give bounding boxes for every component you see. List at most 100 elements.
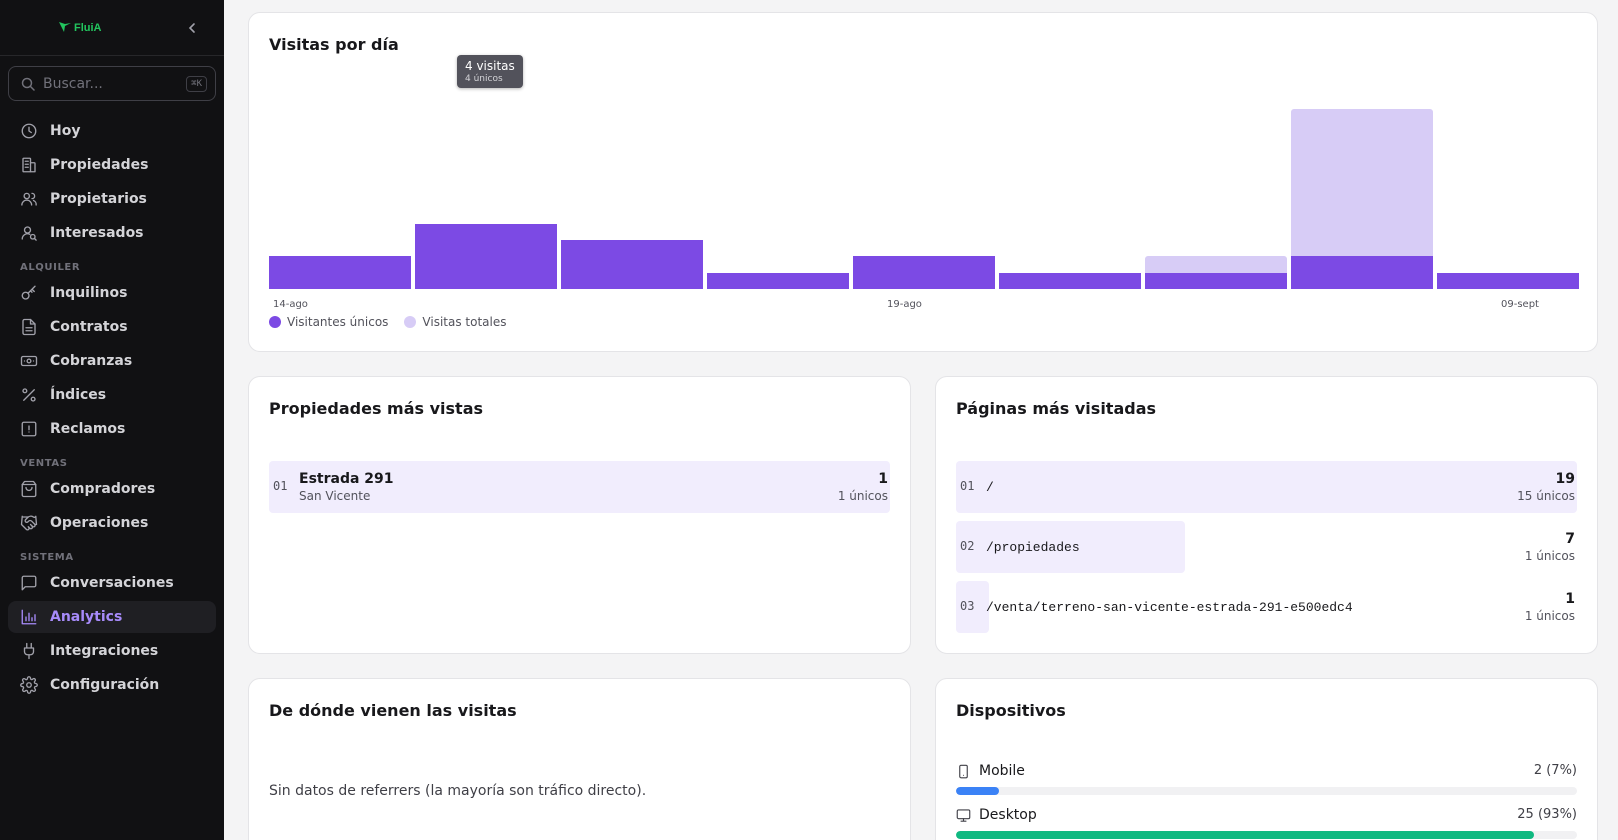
- sidebar-item-propietarios[interactable]: Propietarios: [8, 183, 216, 215]
- property-location: San Vicente: [299, 489, 371, 503]
- chart-tooltip: 4 visitas 4 únicos: [457, 55, 523, 88]
- page-path: /propiedades: [986, 540, 1080, 555]
- list-item[interactable]: 02 /propiedades 7 1 únicos: [956, 521, 1577, 573]
- bar-unique-visitors[interactable]: [999, 272, 1141, 289]
- empty-state-text: Sin datos de referrers (la mayoría son t…: [269, 783, 647, 799]
- page-path: /: [986, 480, 994, 495]
- legend-item-total[interactable]: Visitas totales: [404, 315, 507, 329]
- row-index: 03: [960, 599, 975, 613]
- sidebar-item-label: Hoy: [50, 123, 81, 139]
- sidebar-item-label: Propietarios: [50, 191, 147, 207]
- sidebar-item-compradores[interactable]: Compradores: [8, 473, 216, 505]
- device-value: 25 (93%): [1517, 807, 1577, 822]
- bar-unique-visitors[interactable]: [561, 240, 703, 289]
- x-tick-label: 14-ago: [273, 299, 308, 310]
- sidebar-item-label: Integraciones: [50, 643, 159, 659]
- property-name: Estrada 291: [299, 471, 394, 487]
- sidebar-item-label: Índices: [50, 387, 107, 403]
- list-item[interactable]: 03 /venta/terreno-san-vicente-estrada-29…: [956, 581, 1577, 633]
- device-label: Mobile: [956, 763, 1025, 779]
- row-uniques: 15 únicos: [1517, 489, 1575, 503]
- shopping-bag-icon: [21, 480, 37, 498]
- row-uniques: 1 únicos: [837, 489, 888, 503]
- list-item[interactable]: 01 Estrada 291 San Vicente 1 1 únicos: [269, 461, 890, 513]
- sidebar-item-contratos[interactable]: Contratos: [8, 311, 216, 343]
- top-properties-card: Propiedades más vistas 01 Estrada 291 Sa…: [248, 376, 911, 654]
- brand-logo[interactable]: FluiA: [58, 20, 102, 36]
- sidebar-item-propiedades[interactable]: Propiedades: [8, 149, 216, 181]
- section-label-ventas: VENTAS: [20, 457, 68, 469]
- sidebar-item-indices[interactable]: Índices: [8, 379, 216, 411]
- referrers-card: De dónde vienen las visitas Sin datos de…: [248, 678, 911, 840]
- sidebar-item-reclamos[interactable]: Reclamos: [8, 413, 216, 445]
- search-input[interactable]: [43, 75, 173, 92]
- device-progress-fill: [956, 787, 1000, 795]
- visits-per-day-card: Visitas por día 14-ago 19-ago 09-sept 4 …: [248, 12, 1598, 352]
- row-count: 19: [1555, 471, 1575, 487]
- sidebar: FluiA ⌘K Hoy Propiedades Propietarios Inter…: [0, 0, 224, 840]
- message-icon: [21, 575, 37, 591]
- list-item[interactable]: 01 / 19 15 únicos: [956, 461, 1577, 513]
- legend-label: Visitas totales: [422, 315, 507, 329]
- nav-sistema: Conversaciones Analytics Integraciones Conf…: [0, 567, 224, 701]
- device-name: Mobile: [979, 763, 1025, 779]
- legend-label: Visitantes únicos: [287, 315, 389, 329]
- device-label: Desktop: [956, 807, 1037, 823]
- card-title: De dónde vienen las visitas: [269, 701, 517, 720]
- smartphone-icon: [959, 764, 968, 778]
- search-icon: [21, 77, 35, 91]
- section-label-alquiler: ALQUILER: [20, 261, 81, 273]
- tooltip-uniques: 4 únicos: [465, 74, 503, 84]
- bar-unique-visitors[interactable]: [853, 256, 995, 289]
- row-share-bar: [956, 461, 1577, 513]
- devices-card: Dispositivos Mobile 2 (7%) Desktop 25 (9…: [935, 678, 1598, 840]
- row-share-bar: [269, 461, 890, 513]
- sidebar-item-conversaciones[interactable]: Conversaciones: [8, 567, 216, 599]
- handshake-icon: [20, 515, 38, 531]
- row-index: 01: [273, 479, 288, 493]
- row-count: 1: [878, 471, 888, 487]
- user-search-icon: [21, 226, 37, 241]
- sidebar-item-integraciones[interactable]: Integraciones: [8, 635, 216, 667]
- chevron-left-icon: [188, 22, 195, 33]
- sidebar-item-cobranzas[interactable]: Cobranzas: [8, 345, 216, 377]
- legend-swatch: [269, 316, 281, 328]
- sidebar-item-label: Analytics: [50, 609, 123, 625]
- card-title: Propiedades más vistas: [269, 399, 484, 418]
- bar-unique-visitors[interactable]: [1437, 272, 1579, 289]
- plug-icon: [23, 642, 35, 660]
- bar-unique-visitors[interactable]: [707, 272, 849, 289]
- sidebar-item-configuracion[interactable]: Configuración: [8, 669, 216, 701]
- search-shortcut: ⌘K: [186, 75, 207, 92]
- card-title: Dispositivos: [956, 701, 1066, 720]
- sidebar-item-label: Reclamos: [50, 421, 126, 437]
- alert-icon: [21, 421, 37, 437]
- sidebar-item-label: Conversaciones: [50, 575, 174, 591]
- sidebar-item-hoy[interactable]: Hoy: [8, 115, 216, 147]
- bar-unique-visitors[interactable]: [1291, 256, 1433, 289]
- sidebar-item-operaciones[interactable]: Operaciones: [8, 507, 216, 539]
- page-path: /venta/terreno-san-vicente-estrada-291-e…: [986, 600, 1353, 615]
- sidebar-header: FluiA: [0, 0, 224, 56]
- sidebar-item-inquilinos[interactable]: Inquilinos: [8, 277, 216, 309]
- search-box[interactable]: ⌘K: [8, 66, 216, 101]
- brand-name: FluiA: [74, 21, 102, 34]
- sidebar-item-analytics[interactable]: Analytics: [8, 601, 216, 633]
- sidebar-item-label: Propiedades: [50, 157, 149, 173]
- device-progress-track: [956, 831, 1577, 839]
- collapse-sidebar-button[interactable]: [184, 20, 200, 36]
- legend-item-unique[interactable]: Visitantes únicos: [269, 315, 388, 329]
- row-uniques: 1 únicos: [1524, 549, 1575, 563]
- users-icon: [21, 192, 37, 206]
- monitor-icon: [956, 808, 971, 822]
- visits-bar-chart: [269, 93, 1579, 289]
- sidebar-item-label: Contratos: [50, 319, 128, 335]
- bar-unique-visitors[interactable]: [269, 256, 411, 289]
- top-pages-card: Páginas más visitadas 01 / 19 15 únicos …: [935, 376, 1598, 654]
- x-tick-label: 19-ago: [887, 299, 922, 310]
- device-progress-track: [956, 787, 1577, 795]
- bar-unique-visitors[interactable]: [415, 223, 557, 289]
- sidebar-item-interesados[interactable]: Interesados: [8, 217, 216, 249]
- bar-unique-visitors[interactable]: [1145, 272, 1287, 289]
- nav-ventas: Compradores Operaciones: [0, 473, 224, 539]
